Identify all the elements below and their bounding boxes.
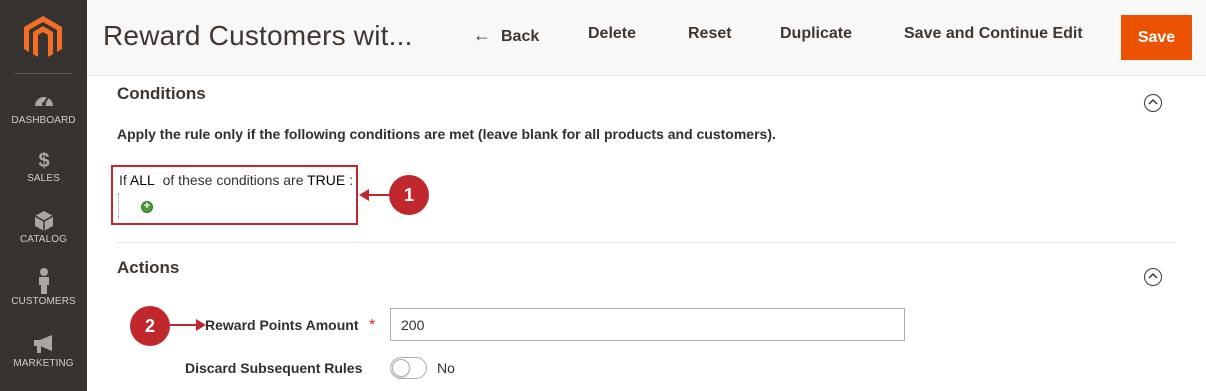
aggregator-select[interactable]: ALL [130,172,155,188]
sidebar-item-catalog[interactable]: CATALOG [0,210,87,245]
save-button[interactable]: Save [1121,15,1192,60]
reset-button[interactable]: Reset [688,25,732,43]
annotation-arrow-line-2 [170,324,198,326]
magento-logo-icon[interactable] [24,16,62,60]
page-header: Reward Customers wit... ← Back Delete Res… [87,0,1206,76]
discard-rules-toggle[interactable] [390,357,427,379]
dashboard-icon [0,91,87,113]
conditions-highlight-box: If ALL of these conditions are TRUE : + [111,165,358,225]
condition-tree-line [118,193,119,219]
value-select[interactable]: TRUE [307,172,345,188]
annotation-arrow-line-1 [368,194,390,196]
conditions-description: Apply the rule only if the following con… [117,126,776,142]
required-asterisk: * [369,317,376,334]
sidebar-item-customers[interactable]: CUSTOMERS [0,268,87,307]
dollar-icon: $ [0,149,87,172]
main-content: Conditions Apply the rule only if the fo… [87,77,1206,391]
collapse-conditions-icon[interactable] [1144,94,1162,112]
section-divider [117,242,1176,243]
condition-rule-line: If ALL of these conditions are TRUE : [119,172,354,188]
actions-section-title[interactable]: Actions [117,258,179,278]
toggle-knob [392,359,410,377]
add-condition-icon[interactable]: + [141,201,153,213]
discard-rules-label: Discard Subsequent Rules [185,360,363,376]
box-icon [0,210,87,232]
person-icon [0,268,87,294]
reward-points-label: Reward Points Amount [205,317,359,333]
megaphone-icon [0,334,87,356]
logo-divider [14,73,73,74]
svg-text:$: $ [38,150,49,171]
save-and-continue-button[interactable]: Save and Continue Edit [904,25,1083,43]
page-title: Reward Customers wit... [103,20,413,51]
arrow-left-icon: ← [473,25,491,45]
annotation-badge-2: 2 [130,306,170,346]
sidebar-item-dashboard[interactable]: DASHBOARD [0,91,87,126]
sidebar-item-sales[interactable]: $ SALES [0,149,87,184]
delete-button[interactable]: Delete [588,25,636,43]
collapse-actions-icon[interactable] [1144,268,1162,286]
duplicate-button[interactable]: Duplicate [780,25,852,43]
discard-rules-value: No [437,360,455,376]
admin-sidebar: DASHBOARD $ SALES CATALOG CUSTOMERS MARK… [0,0,87,391]
reward-points-input[interactable] [390,308,905,341]
back-button[interactable]: ← Back [473,25,539,46]
sidebar-item-marketing[interactable]: MARKETING [0,334,87,369]
annotation-badge-1: 1 [389,175,429,215]
conditions-section-title[interactable]: Conditions [117,84,206,104]
